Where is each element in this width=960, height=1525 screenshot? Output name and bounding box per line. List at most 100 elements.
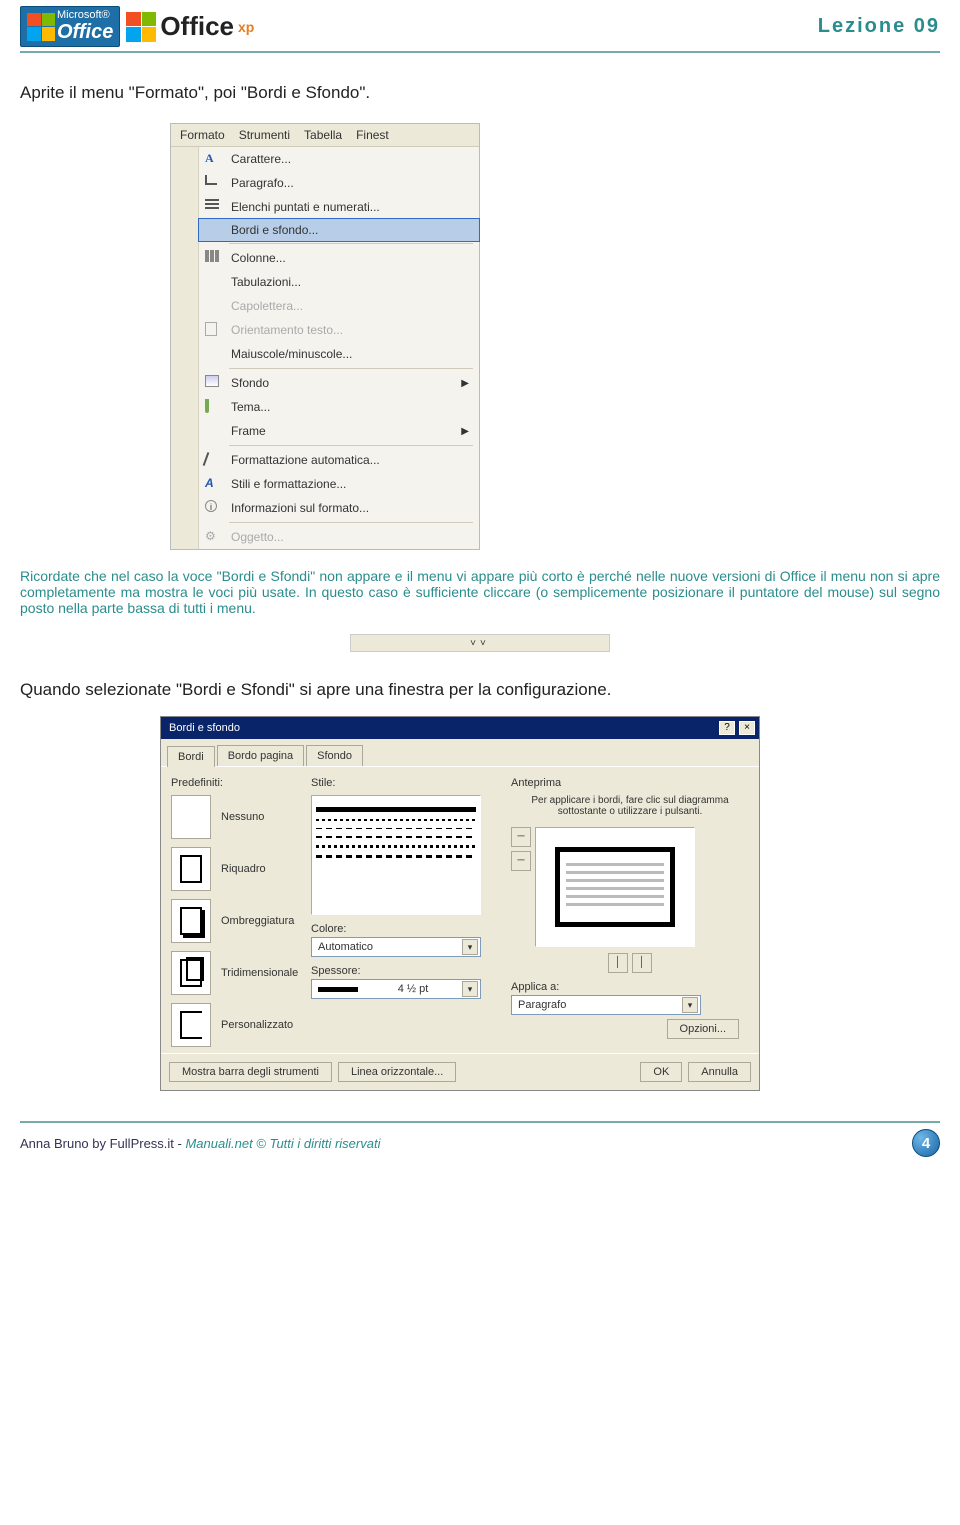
menu-item-label: Capolettera... <box>231 299 469 313</box>
border-top-button[interactable]: ─ <box>511 827 531 847</box>
menu-item-4[interactable]: Colonne... <box>199 246 479 270</box>
submenu-arrow-icon: ▶ <box>461 378 469 389</box>
spessore-combo[interactable]: 4 ½ pt ▾ <box>311 979 481 999</box>
lesson-title: Lezione 09 <box>818 15 940 38</box>
vtext-icon <box>205 322 223 338</box>
help-button[interactable]: ? <box>719 721 735 735</box>
menu-item-2[interactable]: Elenchi puntati e numerati... <box>199 195 479 219</box>
menu-item-label: Colonne... <box>231 251 469 265</box>
ok-button[interactable]: OK <box>640 1062 682 1082</box>
blank-icon <box>205 274 223 290</box>
menu-item-3[interactable]: Bordi e sfondo... <box>198 218 480 242</box>
preview-canvas[interactable] <box>535 827 695 947</box>
preset-tridimensionale[interactable]: Tridimensionale <box>171 951 301 995</box>
ms-office-badge: Microsoft® Office <box>20 6 120 47</box>
menu-item-11[interactable]: Frame▶ <box>199 419 479 443</box>
mostra-barra-button[interactable]: Mostra barra degli strumenti <box>169 1062 332 1082</box>
menu-item-label: Orientamento testo... <box>231 323 469 337</box>
blank-icon <box>205 298 223 314</box>
page-header: Microsoft® Office Office xp Lezione 09 <box>20 0 940 53</box>
blank-icon <box>205 346 223 362</box>
menu-expand-chevron[interactable]: ˅˅ <box>350 634 610 652</box>
colore-label: Colore: <box>311 923 501 935</box>
dialog-tabs: Bordi Bordo pagina Sfondo <box>161 739 759 767</box>
list-icon <box>205 199 223 215</box>
preset-ombreggiatura[interactable]: Ombreggiatura <box>171 899 301 943</box>
border-right-button[interactable]: │ <box>632 953 652 973</box>
menu-item-6[interactable]: Capolettera... <box>199 294 479 318</box>
applica-label: Applica a: <box>511 981 749 993</box>
menu-item-label: Stili e formattazione... <box>231 477 469 491</box>
blank-icon <box>205 222 223 238</box>
menu-item-8[interactable]: Maiuscole/minuscole... <box>199 342 479 366</box>
footer-credits: Anna Bruno by FullPress.it - Manuali.net… <box>20 1136 380 1151</box>
para-icon <box>205 175 223 191</box>
logos-group: Microsoft® Office Office xp <box>20 6 254 47</box>
A-icon: A <box>205 151 223 167</box>
menubar-finestra[interactable]: Finest <box>349 126 396 144</box>
menu-item-1[interactable]: Paragrafo... <box>199 171 479 195</box>
preset-riquadro[interactable]: Riquadro <box>171 847 301 891</box>
border-left-button[interactable]: │ <box>608 953 628 973</box>
menu-item-14[interactable]: iInformazioni sul formato... <box>199 496 479 520</box>
formato-menu: Formato Strumenti Tabella Finest A Caratt… <box>170 123 480 550</box>
menu-item-5[interactable]: Tabulazioni... <box>199 270 479 294</box>
preset-nessuno-label: Nessuno <box>221 811 264 823</box>
intro-paragraph: Aprite il menu "Formato", poi "Bordi e S… <box>20 83 940 103</box>
colore-value: Automatico <box>318 941 373 953</box>
close-button[interactable]: × <box>739 721 755 735</box>
menubar-tabella[interactable]: Tabella <box>297 126 349 144</box>
menu-item-label: Maiuscole/minuscole... <box>231 347 469 361</box>
preset-ombreggiatura-label: Ombreggiatura <box>221 915 294 927</box>
menu-item-15[interactable]: ⚙Oggetto... <box>199 525 479 549</box>
officexp-xp: xp <box>238 19 254 35</box>
menu-item-label: Tema... <box>231 400 469 414</box>
dialog-title: Bordi e sfondo <box>169 722 240 734</box>
preset-nessuno[interactable]: Nessuno <box>171 795 301 839</box>
pic-icon <box>205 375 223 391</box>
menu-item-label: Informazioni sul formato... <box>231 501 469 515</box>
menu-item-9[interactable]: Sfondo▶ <box>199 371 479 395</box>
menu-item-7[interactable]: Orientamento testo... <box>199 318 479 342</box>
footer-credits-italic: Manuali.net © Tutti i diritti riservati <box>185 1136 380 1151</box>
styles-icon: A <box>205 476 223 492</box>
dialog-titlebar: Bordi e sfondo ? × <box>161 717 759 739</box>
menu-bar: Formato Strumenti Tabella Finest <box>171 124 479 147</box>
menu-item-label: Elenchi puntati e numerati... <box>231 200 469 214</box>
menu-item-10[interactable]: Tema... <box>199 395 479 419</box>
chevron-down-icon: ▾ <box>462 981 478 997</box>
opzioni-button[interactable]: Opzioni... <box>667 1019 739 1039</box>
anteprima-label: Anteprima <box>511 777 749 789</box>
preset-personalizzato-label: Personalizzato <box>221 1019 293 1031</box>
page-footer: Anna Bruno by FullPress.it - Manuali.net… <box>20 1121 940 1167</box>
footer-credits-plain: Anna Bruno by FullPress.it - <box>20 1136 185 1151</box>
menu-item-label: Carattere... <box>231 152 469 166</box>
preset-personalizzato[interactable]: Personalizzato <box>171 1003 301 1047</box>
style-listbox[interactable] <box>311 795 481 915</box>
tab-bordi[interactable]: Bordi <box>167 746 215 767</box>
menubar-formato[interactable]: Formato <box>173 126 232 144</box>
menu-item-13[interactable]: A Stili e formattazione... <box>199 472 479 496</box>
menu-item-label: Oggetto... <box>231 530 469 544</box>
menu-item-12[interactable]: Formattazione automatica... <box>199 448 479 472</box>
tab-sfondo[interactable]: Sfondo <box>306 745 363 766</box>
blank-icon <box>205 423 223 439</box>
linea-orizzontale-button[interactable]: Linea orizzontale... <box>338 1062 456 1082</box>
annulla-button[interactable]: Annulla <box>688 1062 751 1082</box>
colore-combo[interactable]: Automatico ▾ <box>311 937 481 957</box>
preset-riquadro-label: Riquadro <box>221 863 266 875</box>
menubar-strumenti[interactable]: Strumenti <box>232 126 297 144</box>
predefiniti-label: Predefiniti: <box>171 777 301 789</box>
border-bottom-button[interactable]: ─ <box>511 851 531 871</box>
menu-item-0[interactable]: A Carattere... <box>199 147 479 171</box>
menu-item-label: Tabulazioni... <box>231 275 469 289</box>
tab-bordo-pagina[interactable]: Bordo pagina <box>217 745 304 766</box>
menu-item-label: Paragrafo... <box>231 176 469 190</box>
submenu-arrow-icon: ▶ <box>461 426 469 437</box>
thickness-preview-icon <box>318 987 358 992</box>
menu-item-label: Frame <box>231 424 461 438</box>
chevron-down-icon: ▾ <box>682 997 698 1013</box>
applica-combo[interactable]: Paragrafo ▾ <box>511 995 701 1015</box>
menu-item-label: Sfondo <box>231 376 461 390</box>
menu-item-label: Bordi e sfondo... <box>231 223 469 237</box>
